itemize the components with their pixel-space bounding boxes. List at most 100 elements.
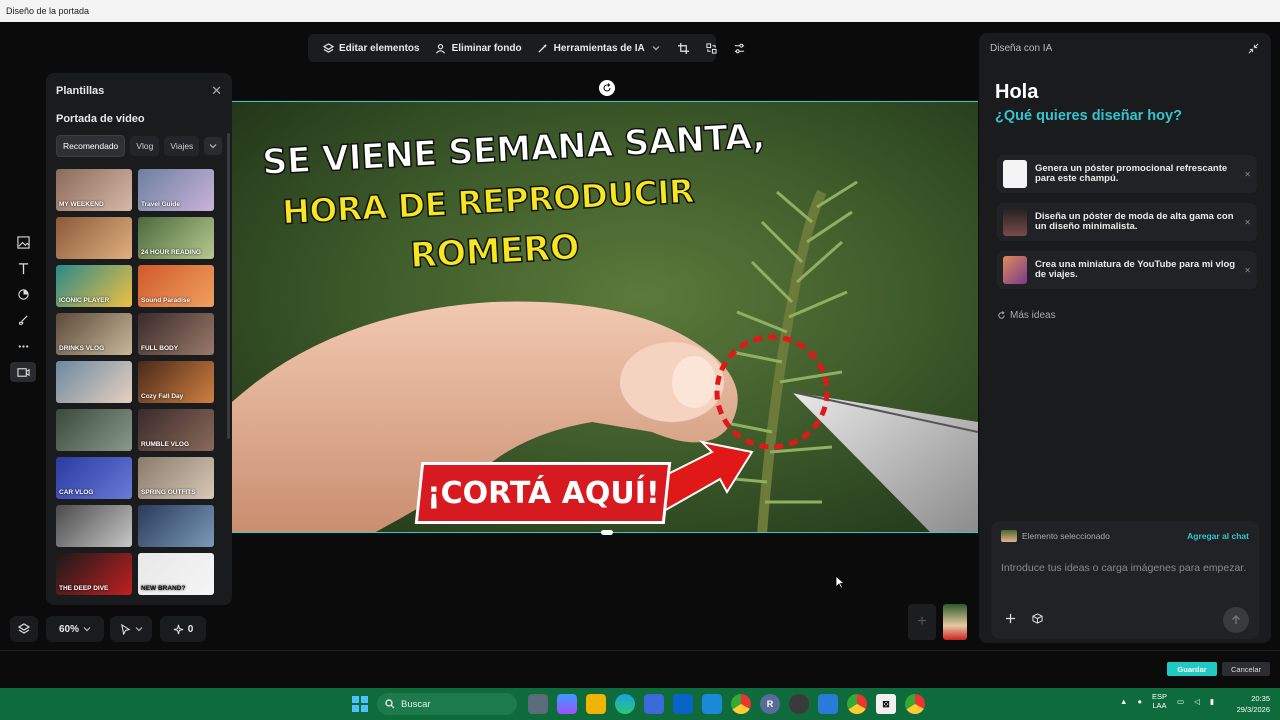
cta-text: ¡CORTÁ AQUÍ! <box>426 475 660 511</box>
template-thumbnail[interactable]: ICONIC PLAYER <box>56 265 132 307</box>
photos-icon[interactable] <box>702 694 722 714</box>
template-thumbnail[interactable]: DRINKS VLOG <box>56 313 132 355</box>
layers-button[interactable] <box>10 616 38 642</box>
ai-tools-label: Herramientas de IA <box>553 42 645 54</box>
template-thumbnail[interactable]: NEW BRAND? <box>138 553 214 595</box>
dismiss-icon[interactable]: ✕ <box>1244 266 1251 275</box>
draw-tool-button[interactable] <box>10 310 36 330</box>
start-button[interactable] <box>352 696 368 712</box>
template-thumbnail[interactable] <box>56 505 132 547</box>
suggestion-card[interactable]: Genera un póster promocional refrescante… <box>997 155 1257 193</box>
shapes-tool-button[interactable] <box>10 284 36 304</box>
store-icon[interactable] <box>644 694 664 714</box>
dismiss-icon[interactable]: ✕ <box>1244 170 1251 179</box>
zoom-value: 60% <box>58 623 79 635</box>
copilot-icon[interactable] <box>557 694 577 714</box>
template-thumbnail[interactable] <box>56 361 132 403</box>
capcut-icon[interactable]: ⊠ <box>876 694 896 714</box>
magic-counter-button[interactable]: 0 <box>160 616 206 642</box>
rotate-handle[interactable] <box>599 80 615 96</box>
template-thumbnail[interactable] <box>56 409 132 451</box>
chip-vlog[interactable]: Vlog <box>130 136 160 156</box>
taskbar-search[interactable]: Buscar <box>377 693 517 715</box>
cta-banner[interactable]: ¡CORTÁ AQUÍ! <box>414 462 672 524</box>
taskbar-clock[interactable]: 20:35 29/3/2026 <box>1226 693 1270 715</box>
clock-time: 20:35 <box>1251 694 1270 703</box>
template-thumbnail[interactable] <box>138 505 214 547</box>
chrome-icon[interactable] <box>847 694 867 714</box>
template-filter-chips: Recomendado Vlog Viajes <box>46 125 232 157</box>
edge-icon[interactable] <box>615 694 635 714</box>
add-to-chat-button[interactable]: Agregar al chat <box>1187 531 1249 541</box>
dismiss-icon[interactable]: ✕ <box>1244 218 1251 227</box>
template-thumbnail[interactable]: Sound Paradise <box>138 265 214 307</box>
suggestion-thumbnail <box>1003 160 1027 188</box>
template-thumbnail[interactable]: Travel Guide <box>138 169 214 211</box>
text-tool-button[interactable] <box>10 258 36 278</box>
mouse-cursor-icon <box>835 575 845 589</box>
template-thumbnail[interactable]: RUMBLE VLOG <box>138 409 214 451</box>
templates-scrollbar[interactable] <box>227 133 230 439</box>
network-icon[interactable]: ▭ <box>1177 697 1184 706</box>
save-button[interactable]: Guardar <box>1167 662 1217 676</box>
template-thumbnail[interactable]: THE DEEP DIVE <box>56 553 132 595</box>
microphone-icon[interactable]: ● <box>1137 697 1142 706</box>
language-indicator[interactable]: ESP LAA <box>1152 692 1167 710</box>
ai-tools-dropdown[interactable]: Herramientas de IA <box>531 37 668 59</box>
suggestion-text: Genera un póster promocional refrescante… <box>1035 162 1228 184</box>
r-app-icon[interactable]: R <box>760 694 780 714</box>
design-canvas[interactable]: SE VIENE SEMANA SANTA, HORA DE REPRODUCI… <box>232 101 978 533</box>
ai-question: ¿Qué quieres diseñar hoy? <box>995 108 1182 124</box>
edit-elements-button[interactable]: Editar elementos <box>316 37 425 59</box>
chevron-down-icon[interactable] <box>204 137 222 155</box>
github-icon[interactable] <box>789 694 809 714</box>
zoom-dropdown[interactable]: 60% <box>46 616 104 642</box>
azure-icon[interactable] <box>818 694 838 714</box>
template-thumbnail[interactable]: 24 HOUR READING <box>138 217 214 259</box>
file-explorer-icon[interactable] <box>586 694 606 714</box>
chevron-up-icon[interactable]: ▲ <box>1120 697 1127 706</box>
adjust-button[interactable] <box>728 37 752 59</box>
chip-recomendado[interactable]: Recomendado <box>56 135 126 157</box>
arrange-button[interactable] <box>700 37 724 59</box>
resize-handle-bottom[interactable] <box>601 530 613 535</box>
chrome-icon[interactable] <box>731 694 751 714</box>
ai-prompt-input[interactable]: Introduce tus ideas o carga imágenes par… <box>1001 561 1249 576</box>
window-titlebar: Diseño de la portada <box>0 0 1280 22</box>
suggestion-card[interactable]: Diseña un póster de moda de alta gama co… <box>997 203 1257 241</box>
template-thumbnail[interactable]: FULL BODY <box>138 313 214 355</box>
volume-icon[interactable]: ◁ <box>1194 697 1200 706</box>
image-icon <box>16 235 30 249</box>
more-ideas-button[interactable]: Más ideas <box>997 310 1056 321</box>
template-thumbnail[interactable] <box>56 217 132 259</box>
battery-icon[interactable]: ▮ <box>1210 697 1214 706</box>
cube-icon[interactable] <box>1032 611 1043 629</box>
template-thumbnail-label: Cozy Fall Day <box>141 393 184 400</box>
more-ideas-label: Más ideas <box>1010 310 1056 321</box>
image-tool-button[interactable] <box>10 232 36 252</box>
templates-panel: Plantillas ✕ Portada de video Recomendad… <box>46 73 232 605</box>
add-page-button[interactable]: + <box>908 604 936 640</box>
chrome-icon[interactable] <box>905 694 925 714</box>
template-thumbnail[interactable]: SPRING OUTFITS <box>138 457 214 499</box>
template-thumbnail-label: RUMBLE VLOG <box>141 441 190 448</box>
template-thumbnail[interactable]: MY WEEKEND <box>56 169 132 211</box>
template-thumbnail[interactable]: Cozy Fall Day <box>138 361 214 403</box>
send-button[interactable] <box>1223 607 1249 633</box>
cancel-button[interactable]: Cancelar <box>1222 662 1270 676</box>
ai-panel-title: Diseña con IA <box>990 43 1053 54</box>
plus-icon[interactable] <box>1005 611 1016 629</box>
suggestion-card[interactable]: Crea una miniatura de YouTube para mi vl… <box>997 251 1257 289</box>
task-view-icon[interactable] <box>528 694 548 714</box>
outlook-icon[interactable] <box>673 694 693 714</box>
crop-button[interactable] <box>672 37 696 59</box>
pointer-tool-dropdown[interactable] <box>110 616 152 642</box>
collapse-icon[interactable] <box>1248 43 1259 57</box>
page-thumbnail[interactable] <box>943 604 967 640</box>
template-thumbnail[interactable]: CAR VLOG <box>56 457 132 499</box>
remove-background-button[interactable]: Eliminar fondo <box>429 37 527 59</box>
more-tools-button[interactable] <box>10 336 36 356</box>
templates-tool-button[interactable] <box>10 362 36 382</box>
close-icon[interactable]: ✕ <box>211 83 222 99</box>
chip-viajes[interactable]: Viajes <box>164 136 200 156</box>
